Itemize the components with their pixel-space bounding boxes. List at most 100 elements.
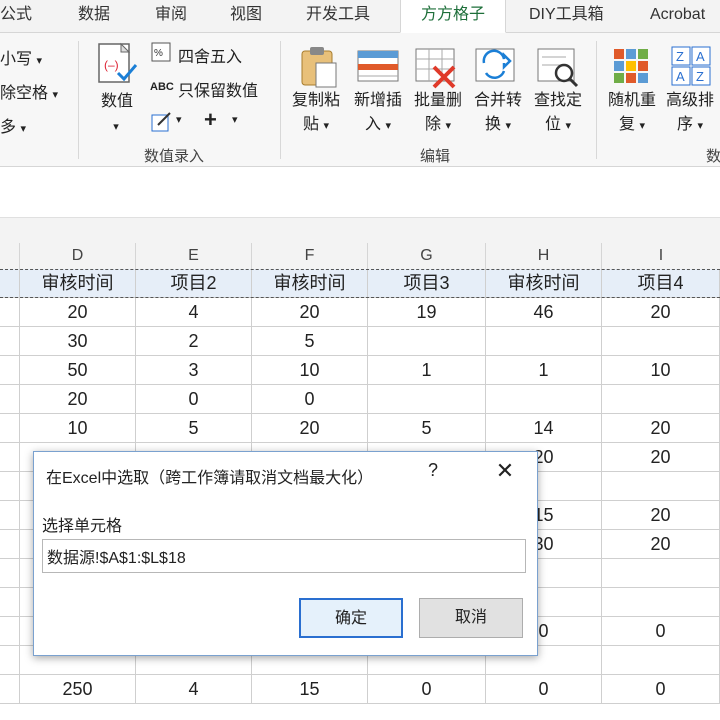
- table-cell[interactable]: 20: [20, 298, 136, 327]
- tab-developer[interactable]: 开发工具: [306, 0, 370, 32]
- table-cell[interactable]: [0, 675, 20, 704]
- table-cell[interactable]: [0, 559, 20, 588]
- table-header-cell[interactable]: 审核时间: [20, 269, 136, 298]
- table-cell[interactable]: [368, 385, 486, 414]
- table-cell[interactable]: 10: [602, 356, 720, 385]
- formula-bar[interactable]: [0, 167, 720, 218]
- table-cell[interactable]: [0, 530, 20, 559]
- table-cell[interactable]: 5: [136, 414, 252, 443]
- table-cell[interactable]: 0: [486, 675, 602, 704]
- table-cell[interactable]: 5: [368, 414, 486, 443]
- help-button[interactable]: ?: [428, 460, 438, 481]
- range-input[interactable]: [42, 539, 526, 573]
- close-button[interactable]: ✕: [490, 458, 520, 484]
- table-cell[interactable]: [602, 327, 720, 356]
- table-cell[interactable]: 20: [602, 530, 720, 559]
- table-cell[interactable]: [0, 443, 20, 472]
- numeric-button[interactable]: 数值: [94, 90, 140, 114]
- table-cell[interactable]: [0, 646, 20, 675]
- table-cell[interactable]: 0: [136, 385, 252, 414]
- table-cell[interactable]: 20: [602, 443, 720, 472]
- table-cell[interactable]: [0, 269, 20, 298]
- table-cell[interactable]: 14: [486, 414, 602, 443]
- table-cell[interactable]: 0: [602, 675, 720, 704]
- table-cell[interactable]: [602, 646, 720, 675]
- table-cell[interactable]: 46: [486, 298, 602, 327]
- table-cell[interactable]: 2: [136, 327, 252, 356]
- table-cell[interactable]: 0: [602, 617, 720, 646]
- table-cell[interactable]: [602, 588, 720, 617]
- table-cell[interactable]: 30: [20, 327, 136, 356]
- table-cell[interactable]: 20: [252, 414, 368, 443]
- tab-acrobat[interactable]: Acrobat: [650, 0, 705, 32]
- table-header-cell[interactable]: 项目3: [368, 269, 486, 298]
- lowercase-button[interactable]: 小写 ▾: [0, 45, 42, 69]
- table-cell[interactable]: [368, 327, 486, 356]
- table-cell[interactable]: 5: [252, 327, 368, 356]
- plus-icon[interactable]: +: [204, 107, 217, 133]
- table-cell[interactable]: 250: [20, 675, 136, 704]
- tab-review[interactable]: 审阅: [155, 0, 187, 32]
- cancel-button[interactable]: 取消: [419, 598, 523, 638]
- tab-fangfang[interactable]: 方方格子: [400, 0, 506, 33]
- table-header-cell[interactable]: 审核时间: [486, 269, 602, 298]
- table-cell[interactable]: 20: [602, 414, 720, 443]
- table-header-cell[interactable]: 审核时间: [252, 269, 368, 298]
- table-cell[interactable]: [0, 298, 20, 327]
- table-cell[interactable]: [0, 356, 20, 385]
- remove-spaces-button[interactable]: 除空格 ▾: [0, 79, 58, 103]
- column-header-F[interactable]: F: [252, 243, 368, 270]
- table-cell[interactable]: 50: [20, 356, 136, 385]
- column-header-D[interactable]: D: [20, 243, 136, 270]
- table-cell[interactable]: 20: [252, 298, 368, 327]
- table-header-cell[interactable]: 项目4: [602, 269, 720, 298]
- table-cell[interactable]: [602, 385, 720, 414]
- chevron-down-icon[interactable]: ▾: [176, 113, 182, 126]
- table-cell[interactable]: 20: [20, 385, 136, 414]
- table-cell[interactable]: [0, 617, 20, 646]
- find-locate-button[interactable]: 查找定位 ▾: [528, 89, 588, 138]
- table-cell[interactable]: [486, 327, 602, 356]
- table-cell[interactable]: 1: [486, 356, 602, 385]
- more-button[interactable]: 多 ▾: [0, 113, 26, 137]
- column-header-E[interactable]: E: [136, 243, 252, 270]
- column-header-I[interactable]: I: [602, 243, 720, 270]
- ok-button[interactable]: 确定: [299, 598, 403, 638]
- column-header-G[interactable]: G: [368, 243, 486, 270]
- table-cell[interactable]: 20: [602, 501, 720, 530]
- table-cell[interactable]: 10: [20, 414, 136, 443]
- table-cell[interactable]: [602, 559, 720, 588]
- table-cell[interactable]: 3: [136, 356, 252, 385]
- table-cell[interactable]: [486, 385, 602, 414]
- table-cell[interactable]: [0, 588, 20, 617]
- tab-diy-toolbox[interactable]: DIY工具箱: [529, 0, 604, 32]
- table-cell[interactable]: 0: [368, 675, 486, 704]
- table-cell[interactable]: 4: [136, 675, 252, 704]
- table-cell[interactable]: 20: [602, 298, 720, 327]
- table-cell[interactable]: 0: [252, 385, 368, 414]
- tab-data[interactable]: 数据: [78, 0, 110, 32]
- chevron-down-icon[interactable]: ▾: [232, 113, 238, 126]
- random-repeat-button[interactable]: 随机重复 ▾: [602, 89, 662, 138]
- merge-convert-button[interactable]: 合并转换 ▾: [468, 89, 528, 138]
- tab-view[interactable]: 视图: [230, 0, 262, 32]
- batch-delete-button[interactable]: 批量删除 ▾: [408, 89, 468, 138]
- round-button[interactable]: 四舍五入: [178, 43, 242, 67]
- table-cell[interactable]: 15: [252, 675, 368, 704]
- table-cell[interactable]: [0, 501, 20, 530]
- advanced-sort-button[interactable]: 高级排序 ▾: [660, 89, 720, 138]
- copy-paste-button[interactable]: 复制粘贴 ▾: [288, 89, 344, 138]
- table-cell[interactable]: [0, 385, 20, 414]
- table-header-cell[interactable]: 项目2: [136, 269, 252, 298]
- table-cell[interactable]: 10: [252, 356, 368, 385]
- keep-values-button[interactable]: 只保留数值: [178, 77, 258, 101]
- column-header-H[interactable]: H: [486, 243, 602, 270]
- table-cell[interactable]: 4: [136, 298, 252, 327]
- add-insert-button[interactable]: 新增插入 ▾: [348, 89, 408, 138]
- column-header-C[interactable]: [0, 243, 20, 270]
- table-cell[interactable]: [0, 414, 20, 443]
- table-cell[interactable]: [602, 472, 720, 501]
- table-cell[interactable]: 19: [368, 298, 486, 327]
- table-cell[interactable]: [0, 472, 20, 501]
- table-cell[interactable]: [0, 327, 20, 356]
